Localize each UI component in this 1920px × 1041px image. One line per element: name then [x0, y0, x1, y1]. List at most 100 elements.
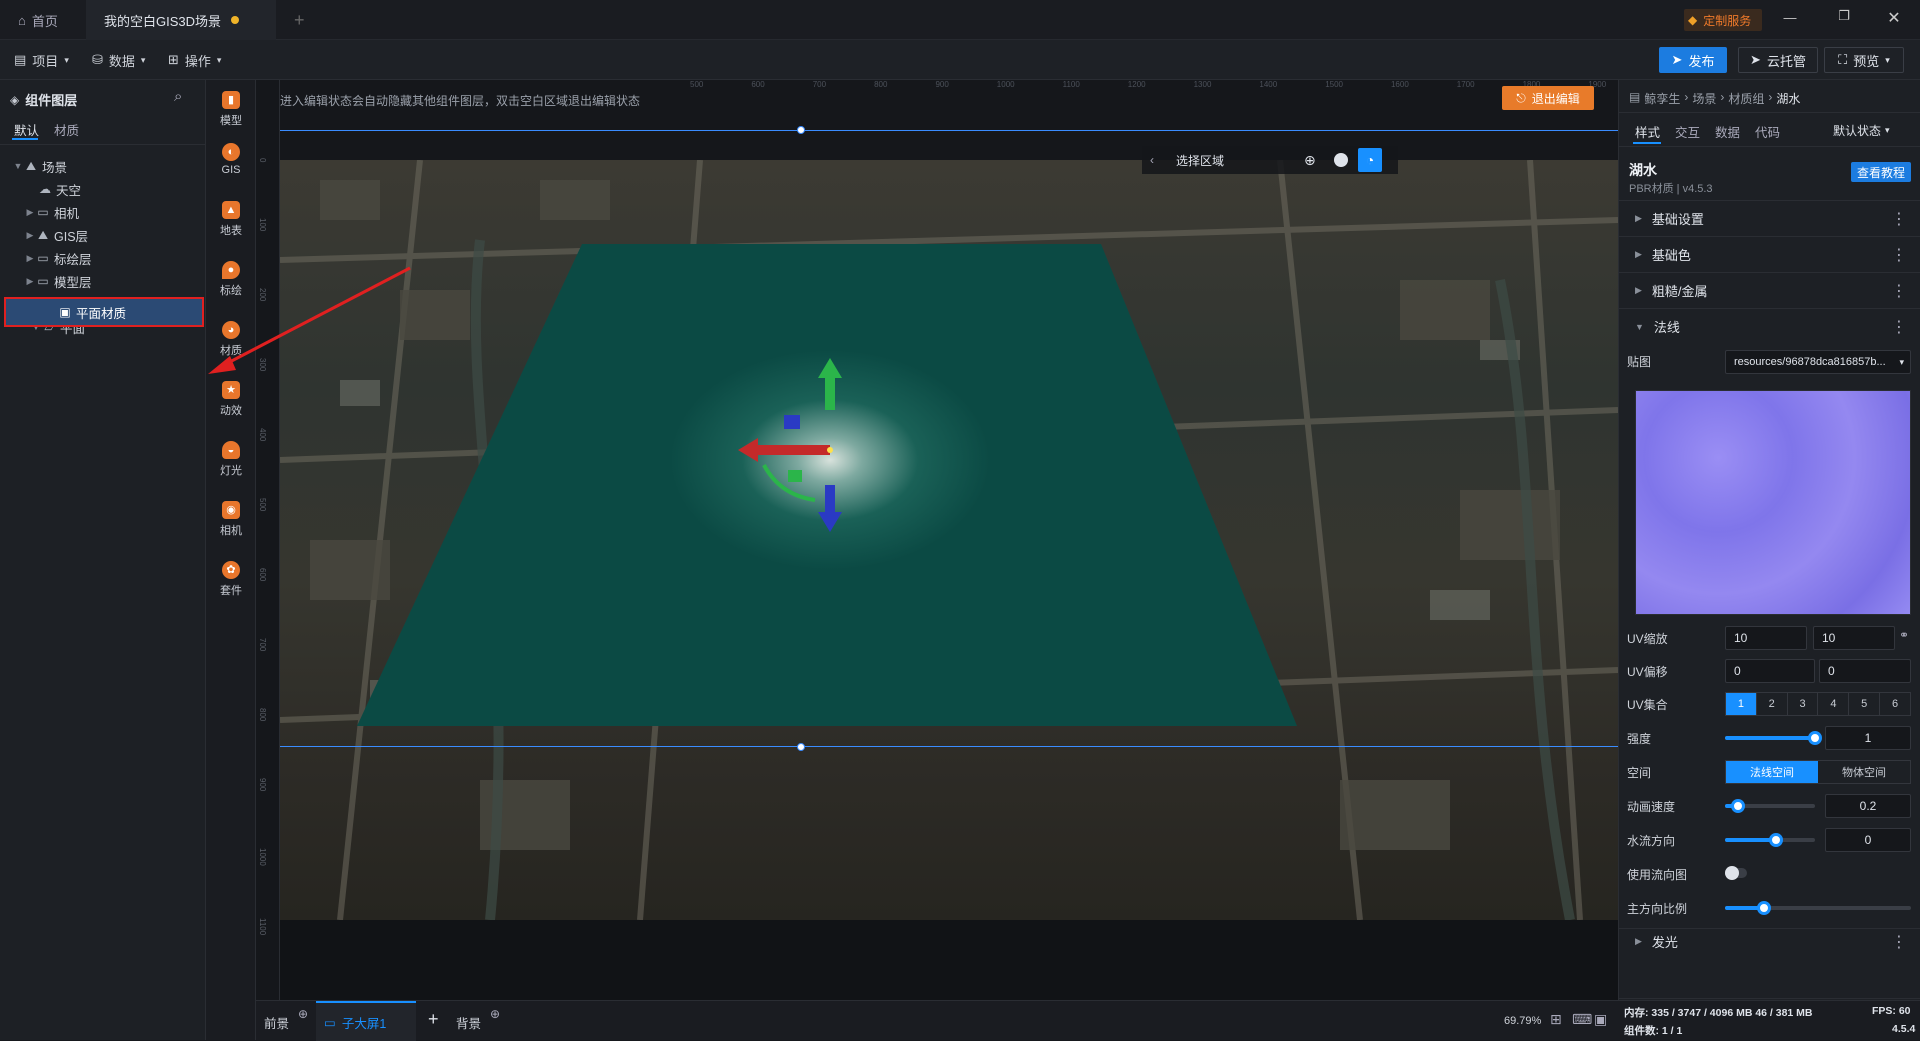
tool-light[interactable]: ◒ 灯光	[206, 432, 256, 486]
resize-handle-top[interactable]	[797, 126, 805, 134]
section-roughness[interactable]: ▶ 粗糙/金属 ⋮	[1619, 272, 1920, 308]
fit-screen-icon[interactable]: ⊞	[1550, 1011, 1562, 1028]
breadcrumb-separator: ›	[1720, 90, 1725, 104]
more-icon[interactable]: ⋮	[1891, 317, 1907, 337]
use-flow-toggle[interactable]	[1725, 866, 1747, 880]
flow-dir-slider[interactable]	[1725, 833, 1815, 847]
new-tab-button[interactable]: +	[276, 0, 316, 40]
more-icon[interactable]: ⋮	[1891, 209, 1907, 229]
arrow-head	[208, 356, 236, 374]
uv-set-option[interactable]: 6	[1879, 693, 1910, 715]
front-layer-tab[interactable]: 前景	[264, 1013, 289, 1032]
caret-right-icon: ▶	[26, 229, 34, 240]
tab-default[interactable]: 默认	[14, 120, 39, 139]
link-icon[interactable]: ⚭	[1899, 628, 1909, 642]
terminal-icon[interactable]: ▣	[1594, 1011, 1607, 1028]
tool-model[interactable]: ▮ 模型	[206, 82, 256, 136]
select-area-button[interactable]: 选择区域	[1176, 152, 1224, 169]
section-normal[interactable]: ▼ 法线 ⋮	[1619, 308, 1920, 344]
tool-terrain[interactable]: ▲ 地表	[206, 192, 256, 246]
menu-operate-label: 操作	[184, 53, 211, 69]
preview-button[interactable]: ⛶ 预览 ▾	[1824, 47, 1904, 73]
chevron-left-icon[interactable]: ‹	[1150, 153, 1154, 167]
exit-edit-button[interactable]: ⎋ 退出编辑	[1502, 86, 1594, 110]
menu-project[interactable]: ▤ 项目 ▾	[14, 48, 69, 72]
space-option-object[interactable]: 物体空间	[1818, 761, 1910, 783]
zoom-level[interactable]: 69.79%	[1504, 1015, 1541, 1027]
uv-set-option[interactable]: 4	[1817, 693, 1848, 715]
uv-scale-y-input[interactable]: 10	[1813, 626, 1895, 650]
tree-item-label: 标绘层	[54, 252, 92, 267]
main-ratio-slider[interactable]	[1725, 901, 1911, 915]
tab-style[interactable]: 样式	[1635, 122, 1660, 141]
uv-offset-y-input[interactable]: 0	[1819, 659, 1911, 683]
keyboard-icon[interactable]: ⌨	[1572, 1011, 1592, 1028]
globe-grid-icon[interactable]: ⊕	[1304, 152, 1316, 169]
strength-slider[interactable]	[1725, 731, 1822, 745]
breadcrumb-item[interactable]: 湖水	[1776, 90, 1800, 107]
slider-fill	[1725, 736, 1813, 740]
tab-document-label: 我的空白GIS3D场景	[104, 13, 222, 29]
space-option-normal[interactable]: 法线空间	[1726, 761, 1818, 783]
more-icon[interactable]: ⋮	[1891, 932, 1907, 952]
uv-set-option[interactable]: 5	[1848, 693, 1879, 715]
uv-scale-x-input[interactable]: 10	[1725, 626, 1807, 650]
breadcrumb-item[interactable]: 鲸孪生	[1644, 90, 1680, 107]
more-icon[interactable]: ⋮	[1891, 281, 1907, 301]
slider-knob[interactable]	[1731, 799, 1745, 813]
add-circle-icon[interactable]: ⊕	[298, 1007, 308, 1021]
tutorial-button[interactable]: 查看教程	[1851, 162, 1911, 182]
tree-item-plane-material[interactable]: ▣ 平面材质	[4, 297, 204, 327]
slider-knob[interactable]	[1757, 901, 1771, 915]
uv-set-option[interactable]: 1	[1726, 693, 1756, 715]
custom-service-button[interactable]: ◆ 定制服务	[1684, 9, 1762, 31]
more-icon[interactable]: ⋮	[1891, 245, 1907, 265]
add-screen-button[interactable]: +	[428, 1009, 439, 1030]
map-select[interactable]: resources/96878dca816857b... ▾	[1725, 350, 1911, 374]
tab-home[interactable]: ⌂ 首页	[0, 0, 86, 40]
tree-item-label: 场景	[42, 160, 68, 175]
menu-data[interactable]: ⛁ 数据 ▾	[92, 48, 145, 72]
uv-set-option[interactable]: 3	[1786, 693, 1818, 715]
uv-set-option[interactable]: 2	[1755, 693, 1787, 715]
resize-handle-bottom[interactable]	[797, 743, 805, 751]
section-basic[interactable]: ▶ 基础设置 ⋮	[1619, 200, 1920, 236]
tab-data[interactable]: 数据	[1715, 122, 1740, 141]
normal-map-preview[interactable]	[1635, 390, 1911, 615]
rotate-view-icon[interactable]: ◔	[1358, 148, 1382, 172]
screen-tab[interactable]: ▭ 子大屏1	[316, 1001, 416, 1041]
tool-camera[interactable]: ◉ 相机	[206, 492, 256, 546]
menu-operate[interactable]: ⊞ 操作 ▾	[168, 48, 221, 72]
viewport-canvas[interactable]: 0 100 200 300 400 500 600 700 800 900 10…	[256, 80, 1618, 1000]
strength-input[interactable]: 1	[1825, 726, 1911, 750]
uv-offset-x-input[interactable]: 0	[1725, 659, 1815, 683]
close-icon[interactable]: ✕	[1884, 8, 1904, 28]
anim-speed-input[interactable]: 0.2	[1825, 794, 1911, 818]
tool-kit[interactable]: ✿ 套件	[206, 552, 256, 606]
section-emissive[interactable]: ▶ 发光 ⋮	[1619, 928, 1920, 954]
slider-knob[interactable]	[1808, 731, 1822, 745]
tool-effect[interactable]: ★ 动效	[206, 372, 256, 426]
add-circle-icon[interactable]: ⊕	[490, 1007, 500, 1021]
tab-document[interactable]: 我的空白GIS3D场景	[86, 0, 276, 40]
slider-knob[interactable]	[1769, 833, 1783, 847]
ruler-h-label: 1600	[1390, 80, 1409, 89]
folder-icon: ▭	[37, 205, 49, 219]
tab-interaction[interactable]: 交互	[1675, 122, 1700, 141]
breadcrumb-item[interactable]: 材质组	[1728, 90, 1764, 107]
tab-code[interactable]: 代码	[1755, 122, 1780, 141]
tab-material[interactable]: 材质	[54, 120, 79, 139]
sphere-icon[interactable]	[1334, 153, 1348, 167]
cloud-button[interactable]: ➤ 云托管	[1738, 47, 1818, 73]
flow-dir-input[interactable]: 0	[1825, 828, 1911, 852]
restore-icon[interactable]: ❐	[1834, 8, 1854, 28]
anim-speed-slider[interactable]	[1725, 799, 1815, 813]
breadcrumb-item[interactable]: 场景	[1692, 90, 1716, 107]
publish-button[interactable]: ➤ 发布	[1659, 47, 1727, 73]
minimize-icon[interactable]: —	[1780, 10, 1800, 30]
tool-gis[interactable]: ◐ GIS	[206, 132, 256, 186]
section-base-color[interactable]: ▶ 基础色 ⋮	[1619, 236, 1920, 272]
state-select[interactable]: 默认状态 ▾	[1825, 118, 1911, 142]
back-layer-tab[interactable]: 背景	[456, 1013, 481, 1032]
search-icon[interactable]: ⌕	[174, 88, 182, 105]
